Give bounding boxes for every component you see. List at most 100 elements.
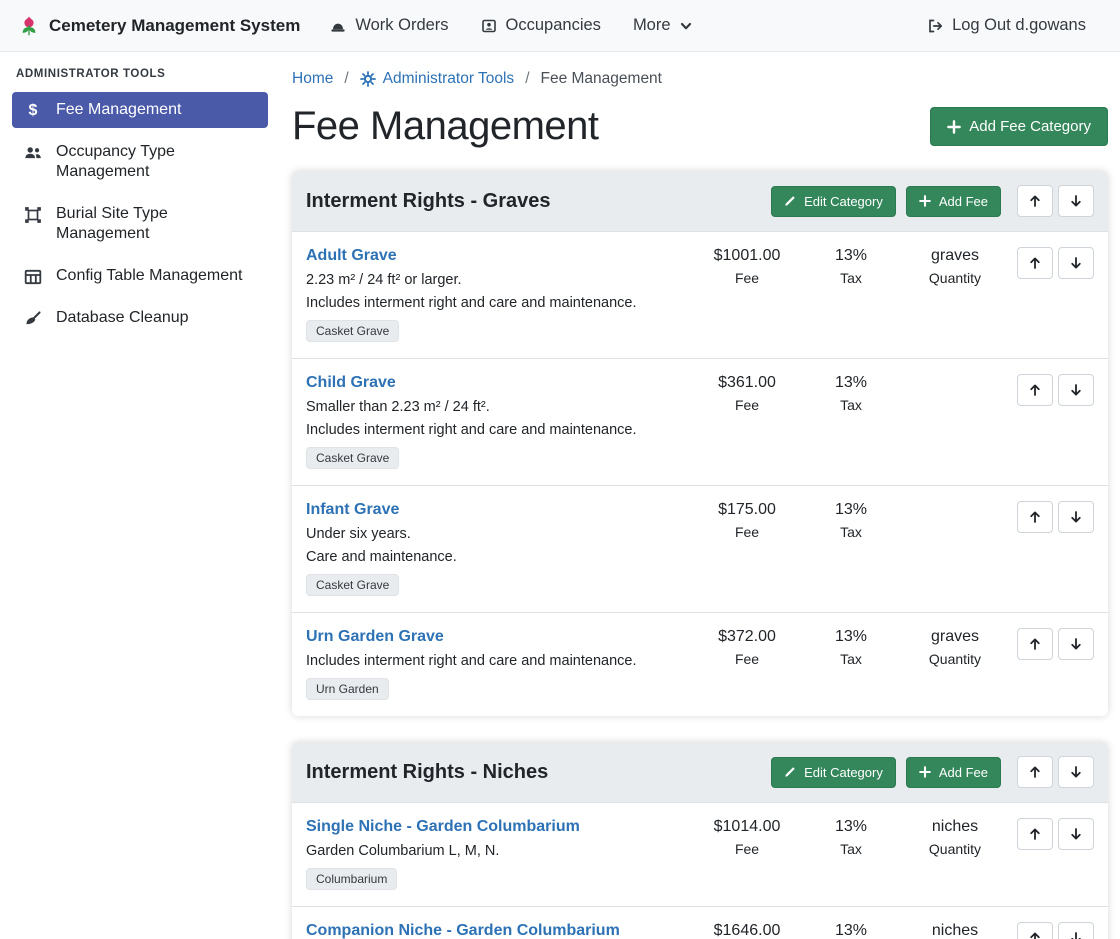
fee-tax-column: 13% Tax [799,247,903,286]
add-fee-label: Add Fee [939,765,988,780]
sidebar-item-database-cleanup[interactable]: Database Cleanup [12,300,268,336]
fee-name-link[interactable]: Companion Niche - Garden Columbarium [306,922,620,939]
fee-description: Care and maintenance. [306,549,689,565]
fee-amount-column: $1014.00 Fee [695,818,799,857]
fee-tax: 13% [799,628,903,646]
fee-name-link[interactable]: Adult Grave [306,247,397,265]
move-fee-down-button[interactable] [1058,628,1094,660]
sidebar-item-label: Fee Management [56,100,181,120]
move-fee-up-button[interactable] [1017,501,1053,533]
sidebar-item-config-table-management[interactable]: Config Table Management [12,258,268,294]
category-title: Interment Rights - Graves [306,190,761,213]
move-category-down-button[interactable] [1058,185,1094,217]
admin-sidebar: ADMINISTRATOR TOOLS $ Fee Management Occ… [0,52,280,939]
fee-tag: Casket Grave [306,447,399,469]
fee-tax-column: 13% Tax [799,501,903,540]
arrow-up-icon [1028,827,1042,841]
fee-row: Urn Garden Grave Includes interment righ… [292,612,1108,716]
add-fee-category-label: Add Fee Category [969,118,1091,135]
plus-icon [919,766,931,778]
move-category-down-button[interactable] [1058,756,1094,788]
sidebar-item-occupancy-type-management[interactable]: Occupancy Type Management [12,134,268,190]
fee-amount: $361.00 [695,374,799,392]
fee-tax-column: 13% Tax [799,922,903,939]
app-title: Cemetery Management System [49,16,300,36]
logout-icon [927,18,943,34]
add-fee-button[interactable]: Add Fee [906,757,1001,788]
move-fee-down-button[interactable] [1058,818,1094,850]
sidebar-item-label: Occupancy Type Management [56,142,246,182]
fee-amount-column: $361.00 Fee [695,374,799,413]
breadcrumb-current: Fee Management [541,70,663,88]
nav-work-orders[interactable]: Work Orders [314,6,464,45]
fee-amount: $175.00 [695,501,799,519]
move-fee-down-button[interactable] [1058,922,1094,939]
move-fee-up-button[interactable] [1017,247,1053,279]
arrow-up-icon [1028,765,1042,779]
app-brand[interactable]: Cemetery Management System [18,15,300,37]
move-category-up-button[interactable] [1017,756,1053,788]
fee-description: Includes interment right and care and ma… [306,422,689,438]
move-fee-down-button[interactable] [1058,247,1094,279]
move-fee-down-button[interactable] [1058,501,1094,533]
fee-tax-label: Tax [799,524,903,540]
breadcrumb-admin-tools-link[interactable]: Administrator Tools [360,70,515,88]
fee-tax-label: Tax [799,270,903,286]
edit-category-button[interactable]: Edit Category [771,757,896,788]
arrow-up-icon [1028,194,1042,208]
logout-button[interactable]: Log Out d.gowans [911,6,1102,45]
pencil-icon [784,766,796,778]
breadcrumb-home-link[interactable]: Home [292,70,333,88]
add-fee-button[interactable]: Add Fee [906,186,1001,217]
nav-more[interactable]: More [617,6,708,45]
sidebar-item-fee-management[interactable]: $ Fee Management [12,92,268,128]
nav-occupancies[interactable]: Occupancies [465,6,617,45]
category-card-graves: Interment Rights - Graves Edit Category … [292,171,1108,716]
arrow-down-icon [1069,765,1083,779]
arrow-down-icon [1069,510,1083,524]
category-reorder-buttons [1017,756,1094,788]
fee-name-link[interactable]: Single Niche - Garden Columbarium [306,818,580,836]
fee-description: Includes interment right and care and ma… [306,653,689,669]
fee-name-link[interactable]: Infant Grave [306,501,399,519]
fee-unit: graves [903,628,1007,646]
fee-tax-column: 13% Tax [799,628,903,667]
pencil-icon [784,195,796,207]
plus-icon [919,195,931,207]
fee-amount-column: $175.00 Fee [695,501,799,540]
sidebar-item-burial-site-type-management[interactable]: Burial Site Type Management [12,196,268,252]
move-fee-up-button[interactable] [1017,818,1053,850]
fee-amount: $1646.00 [695,922,799,939]
move-fee-down-button[interactable] [1058,374,1094,406]
arrow-up-icon [1028,383,1042,397]
fee-tag: Columbarium [306,868,397,890]
edit-category-button[interactable]: Edit Category [771,186,896,217]
fee-unit: graves [903,247,1007,265]
fee-tax-label: Tax [799,397,903,413]
category-reorder-buttons [1017,185,1094,217]
fee-name-link[interactable]: Child Grave [306,374,396,392]
category-header: Interment Rights - Graves Edit Category … [292,171,1108,232]
fee-tax: 13% [799,247,903,265]
fee-quantity-label: Quantity [903,841,1007,857]
sidebar-item-label: Config Table Management [56,266,243,286]
fee-quantity-column: graves Quantity [903,628,1007,667]
move-fee-up-button[interactable] [1017,922,1053,939]
arrow-up-icon [1028,931,1042,939]
fee-amount: $372.00 [695,628,799,646]
fee-reorder-buttons [1017,818,1094,850]
arrow-up-icon [1028,256,1042,270]
fee-tax: 13% [799,501,903,519]
fee-row: Companion Niche - Garden Columbarium Gar… [292,906,1108,939]
fee-unit: niches [903,818,1007,836]
fee-name-link[interactable]: Urn Garden Grave [306,628,444,646]
edit-category-label: Edit Category [804,765,883,780]
fee-row: Single Niche - Garden Columbarium Garden… [292,803,1108,906]
move-fee-up-button[interactable] [1017,628,1053,660]
fee-quantity-column: graves Quantity [903,247,1007,286]
move-fee-up-button[interactable] [1017,374,1053,406]
move-category-up-button[interactable] [1017,185,1053,217]
arrow-down-icon [1069,194,1083,208]
add-fee-category-button[interactable]: Add Fee Category [930,107,1108,146]
fee-quantity-label: Quantity [903,651,1007,667]
